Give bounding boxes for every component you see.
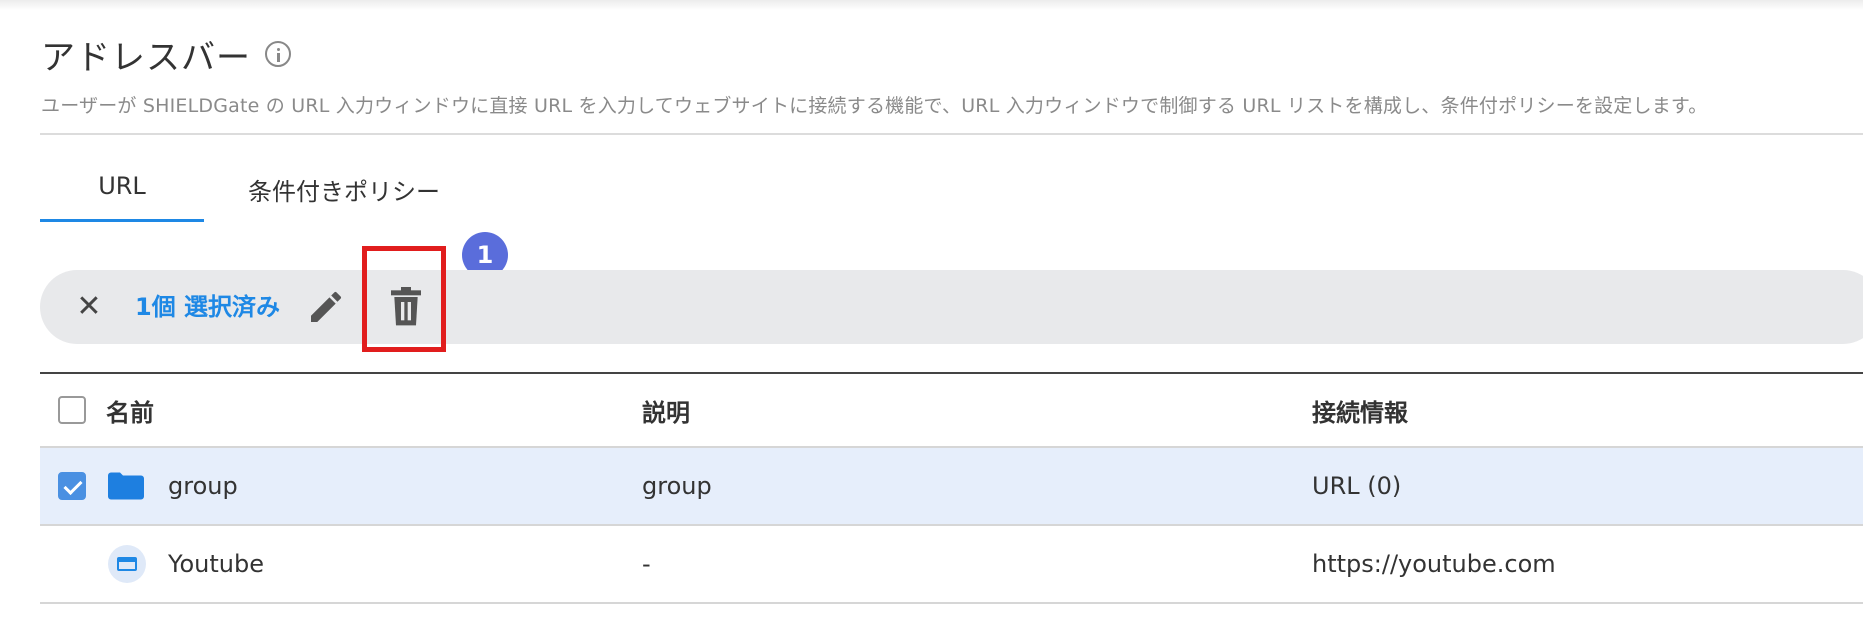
info-icon[interactable] [265, 41, 291, 67]
table-row[interactable]: Youtube - https://youtube.com [40, 526, 1863, 604]
select-all-cell [58, 374, 86, 446]
tab-conditional-policy[interactable]: 条件付きポリシー [204, 160, 484, 222]
tab-bar: URL 条件付きポリシー [40, 160, 484, 222]
row-description: group [642, 472, 712, 500]
url-icon-cell [108, 526, 146, 602]
row-name: Youtube [168, 550, 264, 578]
edit-button[interactable] [306, 287, 346, 327]
tab-url[interactable]: URL [40, 160, 204, 222]
clear-selection-button[interactable]: ✕ [72, 290, 106, 324]
selected-count-label: 1個 選択済み [135, 293, 281, 321]
row-connection: URL (0) [1312, 472, 1402, 500]
column-header-description[interactable]: 説明 [642, 374, 690, 446]
table-header-row: 名前 説明 接続情報 [40, 374, 1863, 448]
folder-icon [108, 472, 144, 500]
row-connection: https://youtube.com [1312, 550, 1556, 578]
table-row[interactable]: group group URL (0) [40, 448, 1863, 526]
select-all-checkbox[interactable] [58, 396, 86, 424]
browser-window-icon [108, 545, 146, 583]
column-header-connection[interactable]: 接続情報 [1312, 374, 1408, 446]
row-description: - [642, 550, 651, 578]
row-checkbox[interactable] [58, 472, 86, 500]
top-shadow [0, 0, 1863, 10]
pencil-icon [311, 291, 342, 322]
row-checkbox-cell [58, 448, 86, 524]
close-icon: ✕ [76, 289, 102, 324]
row-name: group [168, 472, 238, 500]
page-header: アドレスバー [41, 30, 291, 78]
annotation-highlight-box [362, 246, 446, 352]
page-title: アドレスバー [41, 37, 251, 78]
page-description: ユーザーが SHIELDGate の URL 入力ウィンドウに直接 URL を入… [41, 95, 1708, 117]
folder-icon-cell [108, 448, 144, 524]
column-header-name[interactable]: 名前 [106, 374, 154, 446]
header-divider [40, 133, 1863, 135]
